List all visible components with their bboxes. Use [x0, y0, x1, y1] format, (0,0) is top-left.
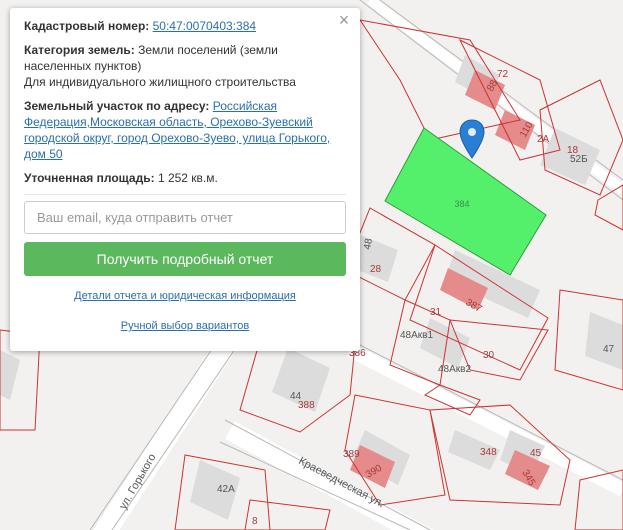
divider [24, 194, 346, 195]
parcel-label: 48Акв2 [438, 364, 471, 375]
land-use-value: Для индивидуального жилищного строительс… [24, 75, 296, 89]
email-input[interactable] [24, 201, 346, 234]
address-label: Земельный участок по адресу: [24, 99, 210, 113]
parcel-label: 52Б [570, 154, 588, 165]
parcel-label: 348 [480, 447, 497, 458]
land-category-label: Категория земель: [24, 43, 135, 57]
parcel-label: 30 [483, 350, 495, 361]
parcel-label: 31 [430, 307, 442, 318]
cadastral-number-link[interactable]: 50:47:0070403:384 [153, 19, 256, 33]
area-row: Уточненная площадь: 1 252 кв.м. [24, 170, 346, 186]
manual-link-row: Ручной выбор вариантов [24, 318, 346, 334]
report-details-link[interactable]: Детали отчета и юридическая информация [74, 290, 296, 302]
manual-selection-link[interactable]: Ручной выбор вариантов [121, 320, 249, 332]
close-icon[interactable]: × [336, 11, 352, 29]
parcel-label: 2А [537, 134, 550, 145]
address-row: Земельный участок по адресу: Российская … [24, 98, 346, 162]
details-link-row: Детали отчета и юридическая информация [24, 288, 346, 304]
cadastral-number-row: Кадастровый номер: 50:47:0070403:384 [24, 18, 346, 34]
parcel-label: 72 [497, 69, 509, 80]
land-category-row: Категория земель: Земли поселений (земли… [24, 42, 346, 90]
area-label: Уточненная площадь: [24, 171, 155, 185]
parcel-label: 8 [252, 516, 258, 527]
selected-parcel-label: 384 [454, 199, 469, 209]
parcel-label: 47 [603, 344, 615, 355]
area-value: 1 252 кв.м. [157, 171, 218, 185]
parcel-label: 42А [217, 484, 235, 495]
parcel-label: 389 [343, 449, 360, 460]
parcel-label: 388 [298, 400, 315, 411]
parcel-label: 45 [530, 448, 542, 459]
parcel-info-popup: × Кадастровый номер: 50:47:0070403:384 К… [10, 8, 360, 351]
parcel-label: 48Акв1 [400, 330, 433, 341]
get-report-button[interactable]: Получить подробный отчет [24, 242, 346, 276]
cadastral-number-label: Кадастровый номер: [24, 19, 150, 33]
parcel-label: 28 [370, 264, 382, 275]
